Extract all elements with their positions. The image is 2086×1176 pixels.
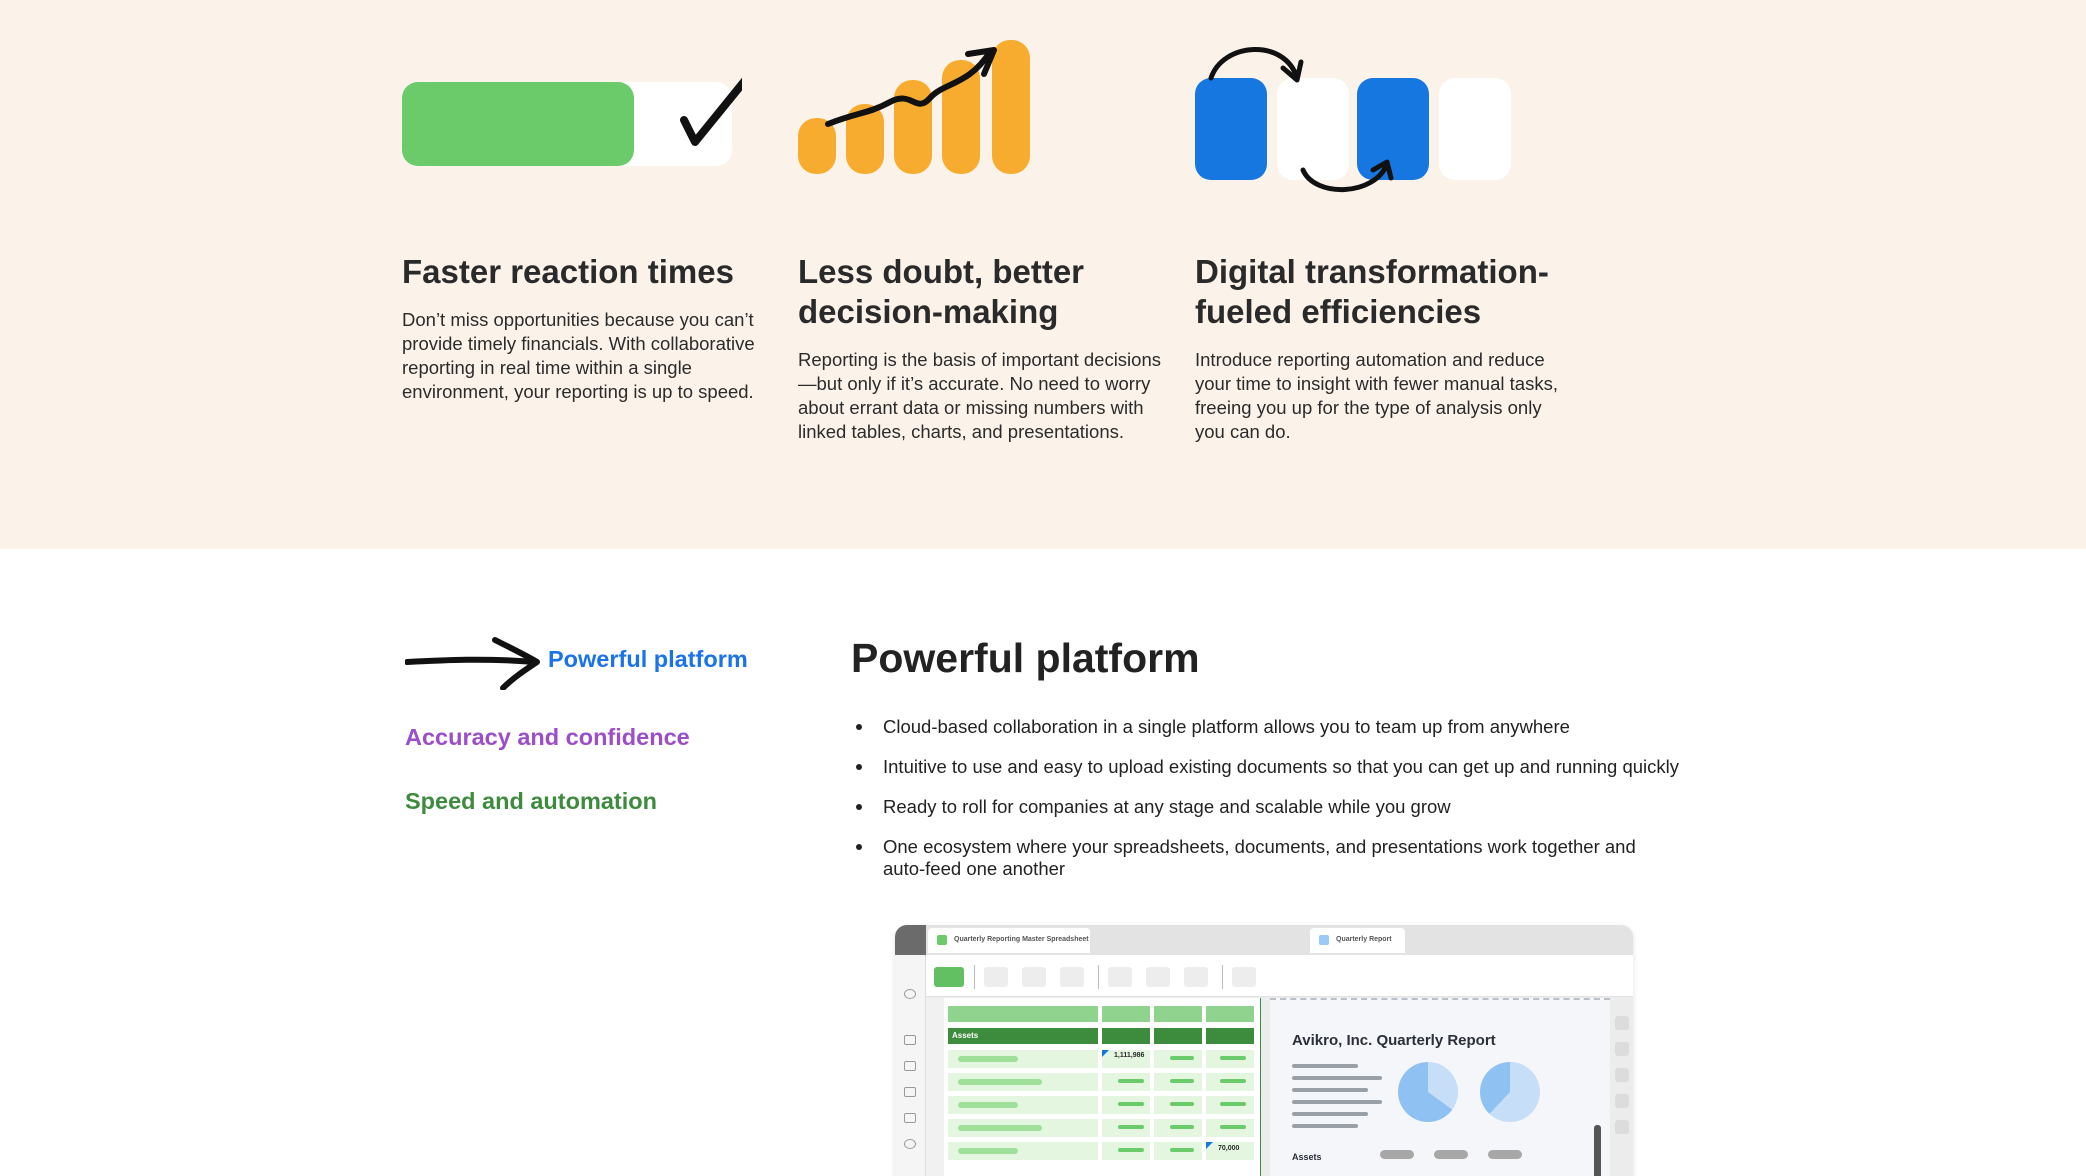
scrollbar[interactable] [1594,1125,1601,1176]
toolbar-button [1060,967,1084,987]
toolbar-button [1108,967,1132,987]
bullet-dot-icon [856,764,862,770]
pie-chart-icon [1398,1062,1458,1122]
sheet-icon [937,935,947,945]
table-icon [904,1087,916,1097]
report-pill [1380,1150,1414,1159]
chart-icon [904,1113,916,1123]
benefit-title: Less doubt, better decision-making [798,253,1085,330]
rail-button [1615,1042,1629,1056]
feature-panel: Powerful platform Cloud-based collaborat… [851,630,1681,898]
rail-button [1615,1068,1629,1082]
pie-chart-icon [1480,1062,1540,1122]
doc-icon [904,1035,916,1045]
benefit-faster-reaction: Faster reaction times Don’t miss opportu… [402,40,772,402]
bullet-item: Ready to roll for companies at any stage… [851,796,1681,818]
app-left-rail [895,925,926,1176]
feature-bullets: Cloud-based collaboration in a single pl… [851,716,1681,880]
report-text-line [1292,1112,1368,1116]
benefits-section: Faster reaction times Don’t miss opportu… [0,0,2086,549]
toolbar-divider [1098,965,1099,989]
spreadsheet-grid [948,998,1261,1176]
toolbar-button [1022,967,1046,987]
rising-bars-illustration [798,40,1168,190]
app-right-rail [1610,998,1633,1176]
bullet-item: One ecosystem where your spreadsheets, d… [851,836,1681,880]
bullet-dot-icon [856,844,862,850]
toolbar-button [984,967,1008,987]
bullet-item: Cloud-based collaboration in a single pl… [851,716,1681,738]
report-pane: Avikro, Inc. Quarterly Report Assets [1270,998,1610,1176]
bullet-dot-icon [856,804,862,810]
rail-button [1615,1016,1629,1030]
tab-accuracy-and-confidence[interactable]: Accuracy and confidence [405,724,690,751]
arrow-right-icon [405,637,540,690]
app-menu-button [895,925,926,955]
benefit-title: Faster reaction times [402,253,734,290]
report-text-line [1292,1064,1358,1068]
benefit-body: Don’t miss opportunities because you can… [402,309,755,402]
toolbar-divider [974,965,975,989]
report-text-line [1292,1088,1368,1092]
folder-icon [904,1061,916,1071]
report-pill [1488,1150,1522,1159]
rail-button [1615,1094,1629,1108]
tab-powerful-platform[interactable]: Powerful platform [548,646,748,673]
swap-blocks-illustration [1195,40,1565,192]
report-icon [1319,935,1329,945]
report-assets-label: Assets [1292,1152,1322,1162]
toolbar-primary-button [934,967,964,987]
benefit-body: Reporting is the basis of important deci… [798,349,1161,442]
rail-button [1615,1120,1629,1134]
toolbar-divider [1222,965,1223,989]
report-text-line [1292,1100,1382,1104]
settings-icon [904,1139,916,1149]
toolbar-button [1232,967,1256,987]
mock-toolbar [926,955,1633,997]
spreadsheet-pane: Assets 1,111,986 70,000 [926,998,1261,1176]
add-icon [904,989,916,999]
benefit-less-doubt: Less doubt, better decision-making Repor… [798,40,1168,442]
assets-row-label: Assets [952,1031,979,1040]
benefit-digital-transformation: Digital transformation-fueled efficienci… [1195,40,1565,442]
report-pill [1434,1150,1468,1159]
document-tab-bar: Quarterly Reporting Master Spreadsheet Q… [926,925,1633,955]
progress-check-illustration [402,40,772,190]
report-doc-tab: Quarterly Report [1310,928,1405,953]
bullet-dot-icon [856,724,862,730]
bullet-item: Intuitive to use and easy to upload exis… [851,756,1681,778]
report-title: Avikro, Inc. Quarterly Report [1292,1032,1496,1049]
benefit-title: Digital transformation-fueled efficienci… [1195,253,1549,330]
product-screenshot: Quarterly Reporting Master Spreadsheet Q… [895,925,1633,1176]
toolbar-button [1184,967,1208,987]
toolbar-button [1146,967,1170,987]
cell-value: 70,000 [1218,1145,1240,1152]
cell-value: 1,111,986 [1114,1052,1145,1059]
tab-speed-and-automation[interactable]: Speed and automation [405,788,657,815]
report-text-line [1292,1124,1358,1128]
report-text-line [1292,1076,1382,1080]
sheet-doc-tab: Quarterly Reporting Master Spreadsheet [928,928,1090,953]
panel-heading: Powerful platform [851,635,1200,681]
benefit-body: Introduce reporting automation and reduc… [1195,349,1558,442]
